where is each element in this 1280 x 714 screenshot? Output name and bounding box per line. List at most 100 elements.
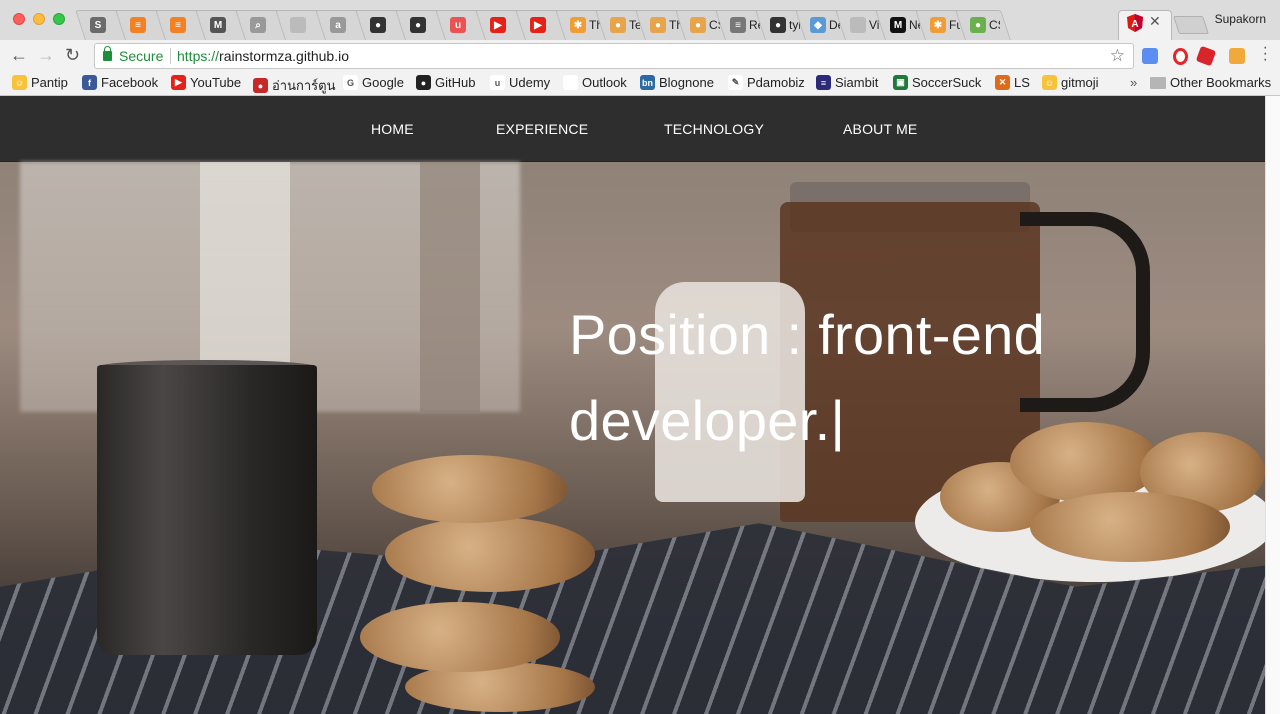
bookmark-star-icon[interactable]: ☆ — [1110, 46, 1125, 66]
url-scheme: https:// — [177, 48, 220, 64]
coin-icon: ● — [690, 17, 706, 33]
bookmark-6[interactable]: u Udemy — [490, 75, 550, 90]
browser-tab[interactable]: ● Th — [640, 10, 680, 40]
ls-icon: ✕ — [995, 75, 1010, 90]
browser-tab[interactable]: Vi — [840, 10, 880, 40]
browser-tab[interactable]: ✱ Th — [560, 10, 600, 40]
headline-line-2: developer.| — [569, 389, 846, 452]
browser-tab[interactable]: ≡ — [160, 10, 200, 40]
browser-tab[interactable]: a — [320, 10, 360, 40]
browser-tab[interactable]: ●CS — [960, 10, 1000, 40]
page-scrollbar[interactable] — [1265, 96, 1280, 714]
tab-title: CS — [989, 18, 1000, 32]
bookmark-0[interactable]: ☺ Pantip — [12, 75, 68, 90]
browser-tab[interactable]: ◆De — [800, 10, 840, 40]
browser-tab[interactable]: u — [440, 10, 480, 40]
bookmark-7[interactable]: Outlook — [563, 75, 627, 90]
browser-tab[interactable]: ● — [400, 10, 440, 40]
browser-tab[interactable]: M — [200, 10, 240, 40]
bookmark-8[interactable]: bn Blognone — [640, 75, 714, 90]
bookmark-1[interactable]: f Facebook — [82, 75, 158, 90]
translate-extension-icon[interactable] — [1142, 48, 1158, 64]
gitmoji-icon: ☺ — [1042, 75, 1057, 90]
browser-tab[interactable]: ● — [360, 10, 400, 40]
nav-about-me[interactable]: ABOUT ME — [843, 121, 917, 137]
tab-strip: S≡≡M⌕a●●u▶▶✱Th●Te●Th●CS≡Re●tyl◆DeViMNe✱F… — [0, 0, 1280, 40]
browser-tab[interactable]: ✱ Fu — [920, 10, 960, 40]
more-bookmarks-chevron-icon[interactable]: » — [1130, 75, 1137, 90]
close-tab-icon[interactable]: ✕ — [1149, 13, 1161, 30]
headline-line-1: Position : front-end — [569, 303, 1046, 366]
browser-toolbar: ← → ↻ Secure https://rainstormza.github.… — [0, 40, 1280, 72]
bookmark-label: GitHub — [435, 75, 476, 90]
web-page: HOME EXPERIENCE TECHNOLOGY ABOUT ME Posi… — [0, 96, 1265, 714]
bookmark-9[interactable]: ✎ Pdamobiz — [728, 75, 805, 90]
bookmark-label: อ่านการ์ตูน — [272, 78, 336, 93]
browser-tab[interactable]: ● tyl — [760, 10, 800, 40]
bookmark-13[interactable]: ☺ gitmoji — [1042, 75, 1099, 90]
bookmark-5[interactable]: ● GitHub — [416, 75, 475, 90]
nav-home[interactable]: HOME — [371, 121, 414, 137]
nav-technology[interactable]: TECHNOLOGY — [664, 121, 764, 137]
bookmark-label: Facebook — [101, 75, 159, 90]
leaf-icon: ● — [970, 17, 986, 33]
close-window-button[interactable] — [13, 13, 25, 25]
folder-icon — [1150, 76, 1166, 89]
bookmark-12[interactable]: ✕ LS — [995, 75, 1030, 90]
url-text[interactable]: https://rainstormza.github.io — [177, 48, 349, 64]
bookmarks-bar: » Other Bookmarks ☺ Pantip f Facebook ▶ YouTu… — [0, 72, 1280, 96]
browser-tab[interactable]: S — [80, 10, 120, 40]
browser-tab[interactable] — [280, 10, 320, 40]
orange-extension-icon[interactable] — [1229, 48, 1245, 64]
list-icon: ≡ — [730, 17, 746, 33]
bookmark-10[interactable]: ≡ Siambit — [816, 75, 878, 90]
svg-text:A: A — [1131, 19, 1138, 30]
minimize-window-button[interactable] — [33, 13, 45, 25]
other-bookmarks-folder[interactable]: Other Bookmarks — [1150, 75, 1271, 90]
site-navbar: HOME EXPERIENCE TECHNOLOGY ABOUT ME — [0, 96, 1265, 162]
forward-arrow-icon[interactable]: → — [37, 45, 55, 65]
pdamobiz-icon: ✎ — [728, 75, 743, 90]
browser-tab[interactable]: MNe — [880, 10, 920, 40]
red-extension-icon[interactable] — [1195, 45, 1217, 67]
browser-tab[interactable]: ▶ — [520, 10, 560, 40]
browser-tab[interactable]: ⌕ — [240, 10, 280, 40]
star-icon: ✱ — [930, 17, 946, 33]
opera-extension-icon[interactable] — [1173, 48, 1188, 65]
profile-name[interactable]: Supakorn — [1215, 12, 1266, 26]
browser-tab[interactable]: ● Te — [600, 10, 640, 40]
bookmark-3[interactable]: ● อ่านการ์ตูน — [253, 75, 335, 96]
github-icon: ● — [416, 75, 431, 90]
medium-icon: M — [890, 17, 906, 33]
back-arrow-icon[interactable]: ← — [10, 45, 28, 65]
google-icon: G — [343, 75, 358, 90]
browser-menu-icon[interactable]: · · · — [1263, 40, 1268, 68]
bookmark-4[interactable]: G Google — [343, 75, 404, 90]
browser-tab[interactable]: ●CS — [680, 10, 720, 40]
angular-icon: A — [1127, 14, 1143, 32]
bookmark-label: YouTube — [190, 75, 242, 90]
zoom-window-button[interactable] — [53, 13, 65, 25]
s-favicon: S — [90, 17, 106, 33]
address-bar[interactable]: Secure https://rainstormza.github.io ☆ — [94, 43, 1134, 69]
bookmark-label: Blognone — [659, 75, 714, 90]
youtube-icon: ▶ — [171, 75, 186, 90]
bookmark-label: LS — [1014, 75, 1030, 90]
browser-tab[interactable]: ≡Re — [720, 10, 760, 40]
stackoverflow-icon: ≡ — [170, 17, 186, 33]
youtube-icon: ▶ — [530, 17, 546, 33]
nav-experience[interactable]: EXPERIENCE — [496, 121, 588, 137]
reload-icon[interactable]: ↻ — [65, 45, 80, 65]
browser-tab[interactable]: ≡ — [120, 10, 160, 40]
pantip-icon: ☺ — [12, 75, 27, 90]
bookmark-11[interactable]: ▣ SoccerSuck — [893, 75, 981, 90]
bookmark-2[interactable]: ▶ YouTube — [171, 75, 241, 90]
new-tab-button[interactable] — [1173, 16, 1209, 34]
browser-tab[interactable]: ▶ — [480, 10, 520, 40]
udemy-icon: u — [450, 17, 466, 33]
diamond-icon: ◆ — [810, 17, 826, 33]
bookmark-label: gitmoji — [1061, 75, 1099, 90]
hero-headline: Position : front-end developer.| — [569, 292, 1129, 464]
url-host: rainstormza.github.io — [219, 48, 349, 64]
a-icon: a — [330, 17, 346, 33]
